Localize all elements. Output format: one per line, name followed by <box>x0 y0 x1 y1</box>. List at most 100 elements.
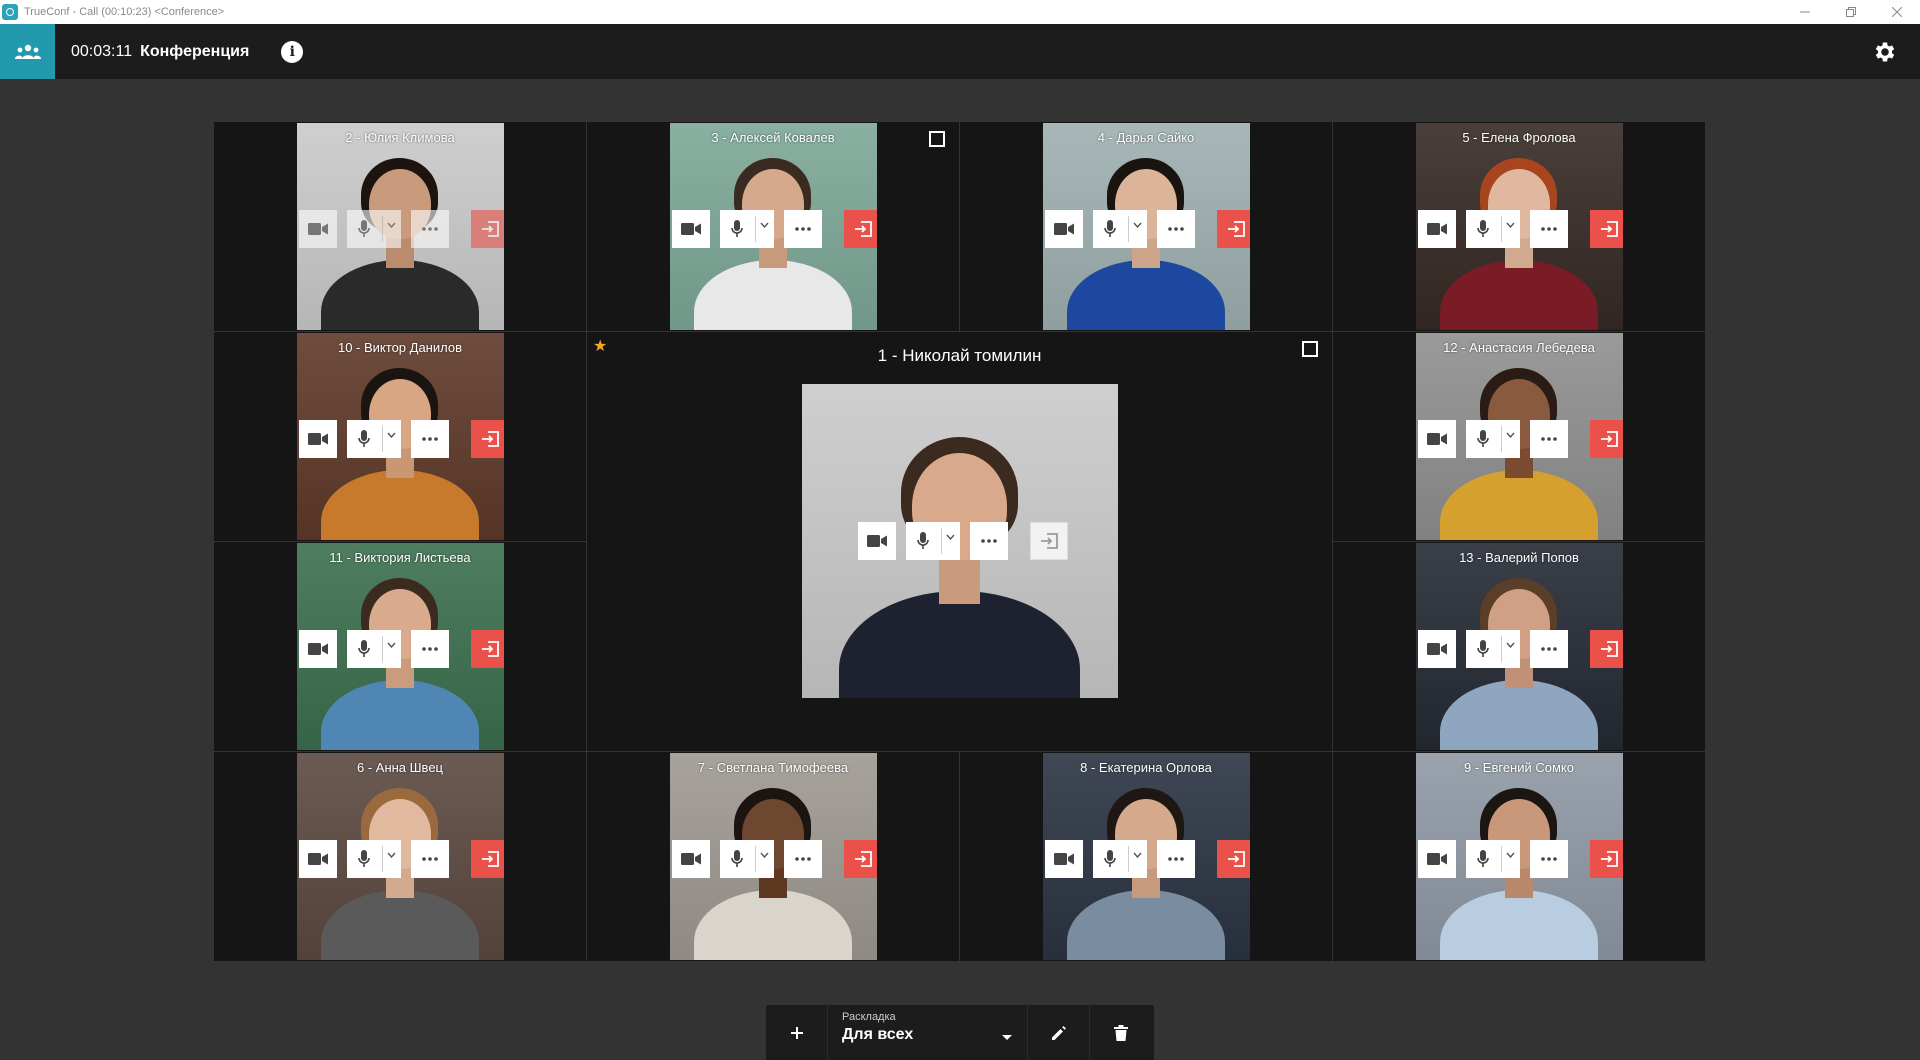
microphone-button[interactable] <box>1465 210 1520 248</box>
gear-icon[interactable] <box>1872 39 1898 65</box>
remove-from-conference-button[interactable] <box>1216 210 1250 248</box>
trash-icon <box>1114 1024 1128 1041</box>
more-options-button[interactable] <box>783 210 822 248</box>
camera-button[interactable] <box>1044 210 1083 248</box>
camera-button[interactable] <box>298 210 337 248</box>
participant-name: 9 - Евгений Сомко <box>1464 760 1574 775</box>
participant-torso <box>1440 889 1598 960</box>
participant-video: 8 - Екатерина Орлова <box>1042 753 1250 960</box>
remove-from-conference-button[interactable] <box>1589 210 1623 248</box>
microphone-button[interactable] <box>346 630 401 668</box>
microphone-button[interactable] <box>346 420 401 458</box>
camera-button[interactable] <box>298 420 337 458</box>
participant-tile[interactable]: 8 - Екатерина Орлова <box>960 752 1332 961</box>
camera-button[interactable] <box>1417 630 1456 668</box>
remove-from-conference-button[interactable] <box>843 210 877 248</box>
add-layout-button[interactable] <box>766 1005 828 1060</box>
more-options-button[interactable] <box>1529 630 1568 668</box>
restore-button[interactable] <box>1828 0 1874 24</box>
select-checkbox[interactable] <box>929 131 945 147</box>
participant-name: 5 - Елена Фролова <box>1462 130 1576 145</box>
participant-controls <box>1417 630 1623 668</box>
participant-controls <box>671 840 877 878</box>
more-options-button[interactable] <box>1156 840 1195 878</box>
camera-button[interactable] <box>857 522 896 560</box>
microphone-button[interactable] <box>346 840 401 878</box>
camera-icon <box>866 535 887 547</box>
microphone-button[interactable] <box>1092 210 1147 248</box>
remove-from-conference-button[interactable] <box>470 630 504 668</box>
more-options-button[interactable] <box>969 522 1008 560</box>
more-options-button[interactable] <box>783 840 822 878</box>
exit-icon <box>854 221 872 237</box>
main-speaker-tile[interactable]: ★ 1 - Николай томилин <box>587 332 1332 751</box>
more-options-button[interactable] <box>1529 840 1568 878</box>
app-logo-icon <box>2 4 18 20</box>
more-options-button[interactable] <box>1529 210 1568 248</box>
layout-select[interactable]: Раскладка Для всех <box>828 1005 1028 1060</box>
microphone-button[interactable] <box>1092 840 1147 878</box>
participant-tile[interactable]: 12 - Анастасия Лебедева <box>1333 332 1705 541</box>
remove-from-conference-button[interactable] <box>1589 420 1623 458</box>
info-icon[interactable]: i <box>281 40 304 63</box>
camera-button[interactable] <box>1417 840 1456 878</box>
more-options-button[interactable] <box>410 630 449 668</box>
window-title: TrueConf - Call (00:10:23) <Conference> <box>24 6 225 18</box>
plus-icon <box>790 1026 803 1039</box>
remove-from-conference-button[interactable] <box>1216 840 1250 878</box>
camera-button[interactable] <box>1417 210 1456 248</box>
camera-button[interactable] <box>1417 420 1456 458</box>
participant-video: 7 - Светлана Тимофеева <box>669 753 877 960</box>
participant-tile[interactable]: 5 - Елена Фролова <box>1333 122 1705 331</box>
participant-tile[interactable]: 7 - Светлана Тимофеева <box>587 752 959 961</box>
participant-torso <box>1067 259 1225 330</box>
camera-button[interactable] <box>1044 840 1083 878</box>
microphone-button[interactable] <box>905 522 960 560</box>
participant-torso <box>1440 469 1598 540</box>
more-options-button[interactable] <box>1156 210 1195 248</box>
camera-button[interactable] <box>298 840 337 878</box>
participant-tile[interactable]: 13 - Валерий Попов <box>1333 542 1705 751</box>
delete-layout-button[interactable] <box>1090 1005 1152 1060</box>
more-options-button[interactable] <box>410 210 449 248</box>
participant-name: 3 - Алексей Ковалев <box>711 130 835 145</box>
participant-torso <box>321 679 479 750</box>
exit-icon <box>481 641 499 657</box>
camera-button[interactable] <box>298 630 337 668</box>
remove-from-conference-button[interactable] <box>470 840 504 878</box>
edit-layout-button[interactable] <box>1028 1005 1090 1060</box>
microphone-button[interactable] <box>719 210 774 248</box>
remove-from-conference-button[interactable] <box>1029 522 1068 560</box>
participant-tile[interactable]: 4 - Дарья Сайко <box>960 122 1332 331</box>
participant-tile[interactable]: 10 - Виктор Данилов <box>214 332 586 541</box>
more-options-button[interactable] <box>1529 420 1568 458</box>
participant-tile[interactable]: 9 - Евгений Сомко <box>1333 752 1705 961</box>
remove-from-conference-button[interactable] <box>470 210 504 248</box>
remove-from-conference-button[interactable] <box>843 840 877 878</box>
participant-video: 9 - Евгений Сомко <box>1415 753 1623 960</box>
camera-button[interactable] <box>671 840 710 878</box>
remove-from-conference-button[interactable] <box>1589 840 1623 878</box>
participant-tile[interactable]: 6 - Анна Швец <box>214 752 586 961</box>
remove-from-conference-button[interactable] <box>1589 630 1623 668</box>
microphone-button[interactable] <box>719 840 774 878</box>
microphone-button[interactable] <box>1465 420 1520 458</box>
remove-from-conference-button[interactable] <box>470 420 504 458</box>
more-options-button[interactable] <box>410 840 449 878</box>
participants-button[interactable] <box>0 24 55 79</box>
participant-tile[interactable]: 2 - Юлия Климова <box>214 122 586 331</box>
more-options-button[interactable] <box>410 420 449 458</box>
chevron-down-icon <box>1505 222 1515 228</box>
microphone-button[interactable] <box>1465 840 1520 878</box>
camera-button[interactable] <box>671 210 710 248</box>
microphone-button[interactable] <box>1465 630 1520 668</box>
participant-video: 5 - Елена Фролова <box>1415 123 1623 330</box>
microphone-icon <box>1476 430 1489 447</box>
microphone-button[interactable] <box>346 210 401 248</box>
chevron-down-icon <box>759 852 769 858</box>
close-button[interactable] <box>1874 0 1920 24</box>
participant-tile[interactable]: 3 - Алексей Ковалев <box>587 122 959 331</box>
participant-controls <box>671 210 877 248</box>
participant-tile[interactable]: 11 - Виктория Листьева <box>214 542 586 751</box>
minimize-button[interactable] <box>1782 0 1828 24</box>
